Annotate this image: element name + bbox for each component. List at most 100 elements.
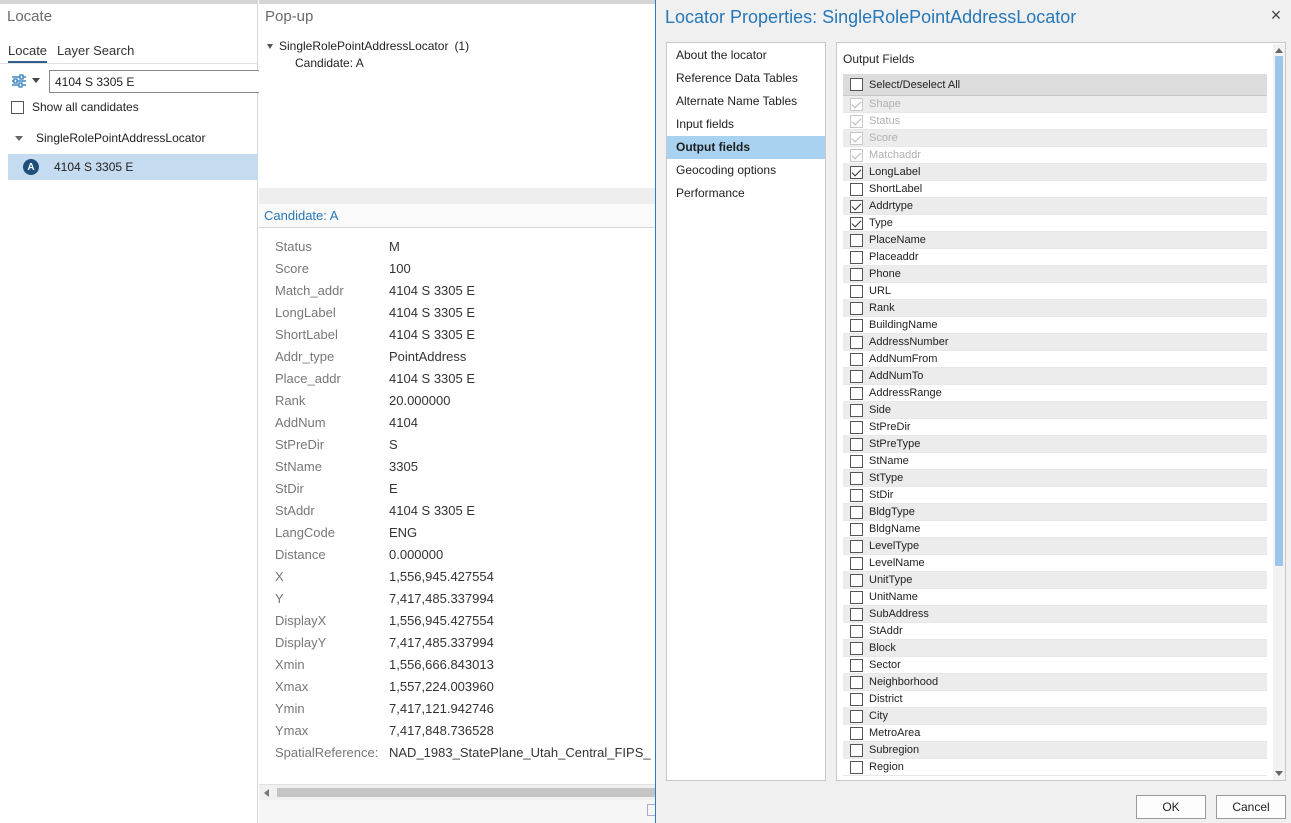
output-field-checkbox[interactable] (850, 454, 863, 468)
output-field-row[interactable]: Region (843, 759, 1267, 776)
scrollbar-thumb[interactable] (1275, 56, 1283, 566)
vertical-scrollbar[interactable] (1273, 44, 1285, 780)
output-field-row[interactable]: LevelName (843, 555, 1267, 572)
output-field-checkbox[interactable] (850, 403, 863, 417)
output-field-row[interactable]: City (843, 708, 1267, 725)
output-field-row[interactable]: Subregion (843, 742, 1267, 759)
nav-item-performance[interactable]: Performance (667, 182, 825, 205)
output-field-row[interactable]: AddNumTo (843, 368, 1267, 385)
select-all-checkbox[interactable] (850, 78, 863, 91)
output-field-row[interactable]: SubAddress (843, 606, 1267, 623)
candidate-row[interactable]: A 4104 S 3305 E (8, 154, 258, 180)
output-field-checkbox[interactable] (850, 522, 863, 536)
ok-button[interactable]: OK (1136, 795, 1206, 819)
output-field-checkbox[interactable] (850, 318, 863, 332)
output-field-row[interactable]: LevelType (843, 538, 1267, 555)
output-field-checkbox[interactable] (850, 199, 863, 213)
select-all-row[interactable]: Select/Deselect All (843, 74, 1267, 96)
output-field-checkbox[interactable] (850, 675, 863, 689)
output-field-row[interactable]: AddressNumber (843, 334, 1267, 351)
output-field-row[interactable]: Addrtype (843, 198, 1267, 215)
chevron-up-icon[interactable] (1275, 48, 1283, 53)
output-field-checkbox[interactable] (850, 658, 863, 672)
tab-layer-search[interactable]: Layer Search (57, 43, 134, 58)
output-field-checkbox[interactable] (850, 641, 863, 655)
chevron-down-icon[interactable] (1275, 771, 1283, 776)
output-field-row[interactable]: StType (843, 470, 1267, 487)
output-field-row[interactable]: UnitName (843, 589, 1267, 606)
output-field-checkbox[interactable] (850, 233, 863, 247)
output-field-row[interactable]: BuildingName (843, 317, 1267, 334)
output-field-row[interactable]: BldgName (843, 521, 1267, 538)
output-field-row[interactable]: AddressRange (843, 385, 1267, 402)
show-all-candidates-checkbox[interactable]: Show all candidates (11, 100, 139, 114)
nav-item-input-fields[interactable]: Input fields (667, 113, 825, 136)
output-field-row[interactable]: PlaceName (843, 232, 1267, 249)
output-field-checkbox[interactable] (850, 573, 863, 587)
output-field-row[interactable]: Side (843, 402, 1267, 419)
output-field-checkbox[interactable] (850, 386, 863, 400)
output-field-checkbox[interactable] (850, 182, 863, 196)
nav-item-about-the-locator[interactable]: About the locator (667, 44, 825, 67)
output-field-checkbox[interactable] (850, 505, 863, 519)
nav-item-output-fields[interactable]: Output fields (667, 136, 825, 159)
output-field-checkbox[interactable] (850, 420, 863, 434)
output-field-row[interactable]: BldgType (843, 504, 1267, 521)
output-field-checkbox[interactable] (850, 488, 863, 502)
output-field-row[interactable]: StAddr (843, 623, 1267, 640)
popup-tree-child[interactable]: Candidate: A (295, 56, 364, 70)
output-field-row[interactable]: StDir (843, 487, 1267, 504)
output-field-row[interactable]: StPreType (843, 436, 1267, 453)
output-field-checkbox[interactable] (850, 760, 863, 774)
output-field-row[interactable]: Type (843, 215, 1267, 232)
output-field-row[interactable]: UnitType (843, 572, 1267, 589)
output-field-checkbox[interactable] (850, 437, 863, 451)
locator-group-row[interactable]: SingleRolePointAddressLocator (15, 131, 205, 145)
tab-locate[interactable]: Locate (8, 43, 48, 63)
close-icon[interactable]: × (1268, 6, 1284, 24)
output-field-checkbox[interactable] (850, 250, 863, 264)
output-field-checkbox[interactable] (850, 692, 863, 706)
output-field-checkbox[interactable] (850, 301, 863, 315)
output-field-checkbox[interactable] (850, 539, 863, 553)
chevron-down-icon[interactable] (32, 78, 40, 83)
output-field-checkbox[interactable] (850, 471, 863, 485)
output-field-row[interactable]: StPreDir (843, 419, 1267, 436)
output-field-checkbox[interactable] (850, 556, 863, 570)
cancel-button[interactable]: Cancel (1216, 795, 1286, 819)
output-field-row[interactable]: Block (843, 640, 1267, 657)
output-field-checkbox[interactable] (850, 743, 863, 757)
output-field-checkbox[interactable] (850, 335, 863, 349)
nav-item-reference-data-tables[interactable]: Reference Data Tables (667, 67, 825, 90)
output-field-checkbox[interactable] (850, 726, 863, 740)
sliders-icon[interactable] (11, 74, 27, 88)
nav-item-geocoding-options[interactable]: Geocoding options (667, 159, 825, 182)
output-field-row[interactable]: LongLabel (843, 164, 1267, 181)
horizontal-scrollbar[interactable] (259, 784, 656, 800)
checkbox-box[interactable] (11, 100, 24, 114)
output-field-checkbox[interactable] (850, 165, 863, 179)
output-field-row[interactable]: URL (843, 283, 1267, 300)
output-field-checkbox[interactable] (850, 369, 863, 383)
output-field-row[interactable]: Phone (843, 266, 1267, 283)
output-field-row[interactable]: ShortLabel (843, 181, 1267, 198)
scrollbar-thumb[interactable] (277, 788, 656, 797)
output-field-checkbox[interactable] (850, 352, 863, 366)
popup-tree-node[interactable]: SingleRolePointAddressLocator (1) (267, 39, 469, 53)
chevron-left-icon[interactable] (264, 789, 269, 797)
chevron-down-icon[interactable] (267, 43, 273, 49)
output-field-checkbox[interactable] (850, 284, 863, 298)
search-input[interactable] (49, 70, 261, 93)
output-field-row[interactable]: District (843, 691, 1267, 708)
output-field-checkbox[interactable] (850, 709, 863, 723)
output-field-row[interactable]: StName (843, 453, 1267, 470)
output-field-checkbox[interactable] (850, 590, 863, 604)
output-field-checkbox[interactable] (850, 216, 863, 230)
output-field-row[interactable]: Sector (843, 657, 1267, 674)
chevron-down-icon[interactable] (15, 135, 23, 141)
nav-item-alternate-name-tables[interactable]: Alternate Name Tables (667, 90, 825, 113)
output-field-checkbox[interactable] (850, 267, 863, 281)
output-field-checkbox[interactable] (850, 607, 863, 621)
output-field-row[interactable]: Placeaddr (843, 249, 1267, 266)
output-field-row[interactable]: Rank (843, 300, 1267, 317)
